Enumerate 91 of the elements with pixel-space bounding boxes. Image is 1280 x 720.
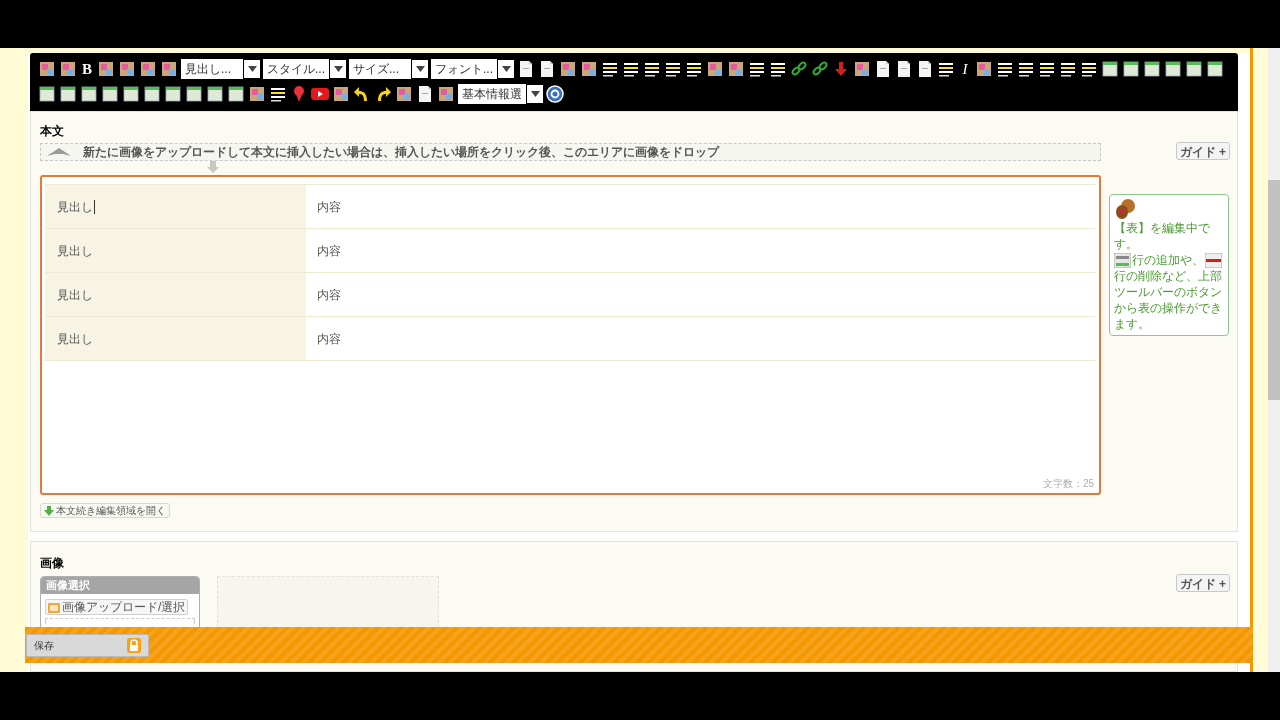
table-icon[interactable] [164,85,182,103]
table-heading-cell[interactable]: 見出し [57,241,93,260]
tooltip-text: 行の追加や、 [1132,252,1204,268]
tool-icon[interactable] [160,60,178,78]
table-icon[interactable] [38,85,56,103]
lock-icon [127,637,141,653]
table-heading-cell[interactable]: 見出し [57,285,93,304]
scrollbar[interactable] [1268,48,1280,672]
tool-icon[interactable] [975,60,994,78]
table-row[interactable]: 見出し 内容 [45,185,1096,229]
link-icon[interactable] [790,60,809,78]
character-count: 文字数：25 [1042,477,1094,491]
lines-icon[interactable] [937,60,956,78]
table-icon[interactable] [143,85,161,103]
tool-icon[interactable] [59,60,77,78]
lines-icon[interactable] [664,60,683,78]
table-icon[interactable] [1143,60,1162,78]
table-heading-cell[interactable]: 見出し [57,329,93,348]
table-icon[interactable] [1122,60,1141,78]
table-icon[interactable] [206,85,224,103]
format-button[interactable]: B [80,60,94,78]
tool-icon[interactable] [332,85,350,103]
table-icon[interactable] [59,85,77,103]
section-title: 本文 [40,123,65,140]
format-button[interactable]: I [958,60,973,78]
caret-icon [333,66,343,72]
table-icon[interactable] [80,85,98,103]
table-row[interactable]: 見出し 内容 [45,273,1096,317]
tool-icon[interactable] [139,60,157,78]
tool-icon[interactable] [118,60,136,78]
table-cell[interactable]: 内容 [317,285,341,304]
play-icon[interactable] [311,85,329,103]
table-icon[interactable] [1206,60,1225,78]
lines-icon[interactable] [1080,60,1099,78]
table-row[interactable]: 見出し 内容 [45,229,1096,273]
table-icon[interactable] [122,85,140,103]
table-cell[interactable]: 内容 [317,197,341,216]
tool-icon[interactable] [437,85,455,103]
lines-icon[interactable] [996,60,1015,78]
save-button[interactable]: 保存 [26,633,149,657]
table-cell[interactable]: 内容 [317,241,341,260]
table-icon[interactable] [1185,60,1204,78]
caret-icon [247,66,257,72]
table-cell[interactable]: 内容 [317,329,341,348]
tool-icon[interactable] [727,60,746,78]
help-icon[interactable] [546,85,564,103]
tool-icon[interactable] [559,60,578,78]
drop-hint-text: 新たに画像をアップロードして本文に挿入したい場合は、挿入したい場所をクリック後、このエリアに画像をドロップ [83,144,719,161]
caret-icon [501,66,511,72]
lines-icon[interactable] [601,60,620,78]
table-heading-cell[interactable]: 見出し [57,197,93,216]
table-icon[interactable] [227,85,245,103]
table-icon[interactable] [101,85,119,103]
lines-icon[interactable] [622,60,641,78]
guide-button[interactable]: ガイド + [1175,142,1230,160]
editor-area[interactable]: 見出し 内容 見出し 内容 見出し 内容 見出し 内容 文字数：25 [40,175,1101,495]
lines-icon[interactable] [643,60,662,78]
tool-icon[interactable] [248,85,266,103]
tool-icon[interactable] [853,60,872,78]
panel-title: 画像選択 [41,577,199,594]
lines-icon[interactable] [685,60,704,78]
table-icon[interactable] [1101,60,1120,78]
down-arrow-icon [44,505,54,516]
table-row[interactable]: 見出し 内容 [45,317,1096,361]
tool-icon[interactable] [97,60,115,78]
lines-icon[interactable] [1038,60,1057,78]
lines-icon[interactable] [1059,60,1078,78]
expand-editor-button[interactable]: 本文続き編集領域を開く [40,503,170,518]
caret-icon [415,66,425,72]
add-row-icon [1114,252,1131,268]
lines-icon[interactable] [1017,60,1036,78]
link-icon[interactable] [811,60,830,78]
tool-icon[interactable] [706,60,725,78]
tool-icon[interactable] [580,60,599,78]
tool-icon[interactable] [38,60,56,78]
lines-icon[interactable] [748,60,767,78]
section-title: 画像 [40,555,65,572]
tooltip-text: 行の削除など、上部ツールバーのボタンから表の操作ができます。 [1114,268,1223,332]
lines-icon[interactable] [269,85,287,103]
caret-icon [530,91,540,97]
page-icon[interactable] [416,85,434,103]
image-icon [48,601,60,613]
upload-button[interactable]: 画像アップロード/選択 [45,599,189,615]
table-icon[interactable] [1164,60,1183,78]
lines-icon[interactable] [769,60,788,78]
guide-button[interactable]: ガイド + [1175,574,1230,592]
tooltip-text: 【表】を編集中です。 [1114,220,1211,252]
tool-icon[interactable] [395,85,413,103]
scrollbar-thumb[interactable] [1268,180,1280,400]
table-icon[interactable] [185,85,203,103]
delete-row-icon [1205,252,1222,268]
